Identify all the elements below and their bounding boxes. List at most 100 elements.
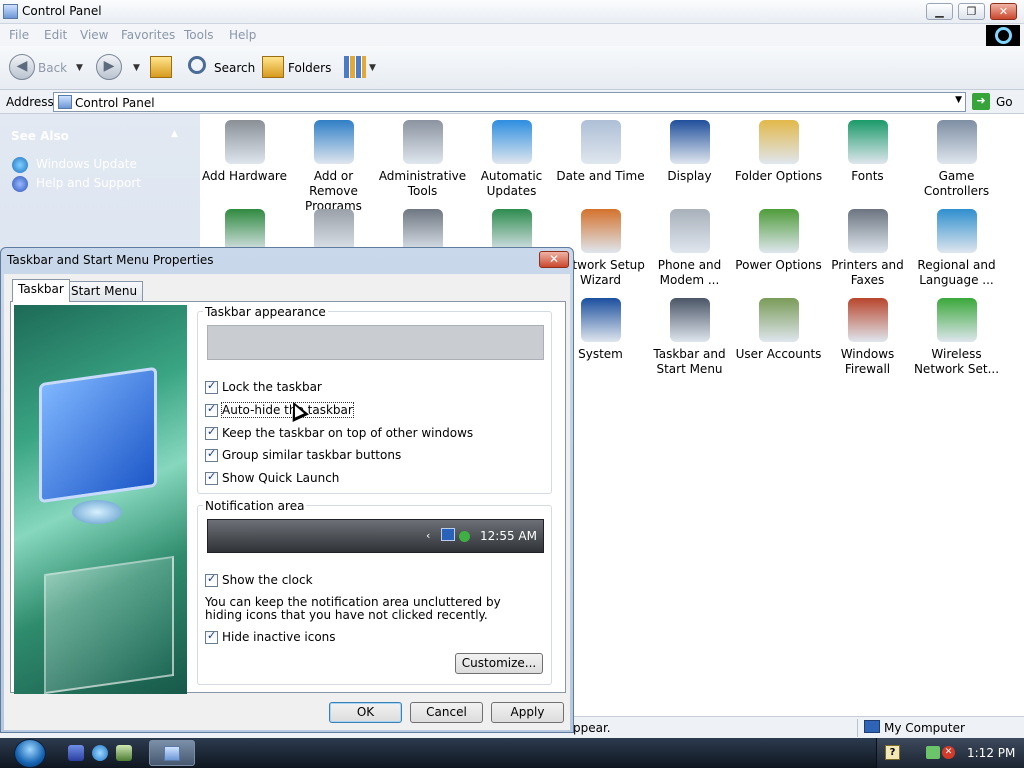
administrative-tools-icon — [402, 120, 443, 164]
taskbar-option-checkbox[interactable]: Show Quick Launch — [205, 470, 339, 485]
monitor-illustration — [39, 366, 157, 504]
menu-tools[interactable]: Tools — [184, 28, 214, 42]
taskbar-option-checkbox[interactable]: Keep the taskbar on top of other windows — [205, 425, 473, 440]
control-panel-item-label: Windows Firewall — [840, 347, 895, 376]
hide-inactive-icons-checkbox[interactable]: Hide inactive icons — [205, 629, 336, 644]
customize-button[interactable]: Customize... — [455, 653, 543, 674]
control-panel-item[interactable]: Taskbar and Start Menu — [645, 298, 734, 377]
collapse-chevron-icon[interactable]: ▲ — [171, 129, 178, 139]
taskbar-preview — [207, 325, 544, 360]
menu-favorites[interactable]: Favorites — [121, 28, 175, 42]
back-arrow-icon[interactable]: ◀ — [9, 54, 35, 80]
control-panel-item[interactable]: Folder Options — [734, 120, 823, 184]
control-panel-item-label: Add Hardware — [202, 169, 287, 183]
checkbox-checked[interactable] — [205, 447, 218, 462]
tab-start-menu[interactable]: Start Menu — [65, 281, 144, 301]
control-panel-item[interactable]: Windows Firewall — [823, 298, 912, 377]
security-alert-icon[interactable]: ✕ — [942, 746, 955, 759]
checkbox-checked[interactable] — [205, 402, 218, 417]
control-panel-item[interactable]: User Accounts — [734, 298, 823, 362]
forward-arrow-icon[interactable]: ▶ — [96, 54, 122, 80]
taskbar-option-checkbox[interactable]: Lock the taskbar — [205, 379, 322, 394]
menu-view[interactable]: View — [80, 28, 108, 42]
control-panel-item[interactable]: Display — [645, 120, 734, 184]
control-panel-item-label: Taskbar and Start Menu — [653, 347, 726, 376]
checkbox-checked[interactable] — [205, 629, 218, 644]
search-button[interactable]: Search — [214, 61, 255, 75]
control-panel-item[interactable]: Administrative Tools — [378, 120, 467, 199]
restore-button[interactable]: ❐ — [958, 3, 985, 20]
control-panel-item[interactable]: Power Options — [734, 209, 823, 273]
address-label: Address — [6, 95, 54, 109]
control-panel-item-label: Administrative Tools — [378, 169, 467, 198]
control-panel-item[interactable]: Add or Remove Programs — [289, 120, 378, 214]
dialog-close-button[interactable]: ✕ — [539, 251, 569, 268]
taskbar-button-control-panel[interactable] — [149, 740, 195, 766]
address-field[interactable]: Control Panel ▼ — [53, 92, 966, 112]
folders-button[interactable]: Folders — [288, 61, 331, 75]
media-player-icon[interactable] — [68, 745, 84, 761]
up-folder-icon[interactable] — [150, 56, 172, 78]
control-panel-item[interactable]: Printers and Faxes — [823, 209, 912, 288]
views-icon[interactable] — [344, 56, 366, 78]
start-button[interactable] — [14, 739, 46, 768]
monitor-stand-illustration — [72, 500, 122, 524]
checkbox-checked[interactable] — [205, 379, 218, 394]
monitor-tray-icon — [441, 528, 455, 541]
control-panel-item-label: Printers and Faxes — [831, 258, 904, 287]
apply-button[interactable]: Apply — [491, 702, 564, 723]
go-button[interactable]: Go — [996, 95, 1013, 109]
internet-explorer-icon[interactable] — [92, 745, 108, 761]
cancel-button[interactable]: Cancel — [410, 702, 483, 723]
system-icon — [580, 298, 621, 342]
go-arrow-icon[interactable]: ➜ — [972, 93, 990, 110]
back-history-dropdown[interactable]: ▼ — [76, 63, 83, 73]
control-panel-item[interactable]: Add Hardware — [200, 120, 289, 184]
taskbar-option-checkbox[interactable]: Auto-hide the taskbar — [205, 402, 354, 418]
taskbar-option-checkbox[interactable]: Group similar taskbar buttons — [205, 447, 402, 462]
back-button[interactable]: Back — [38, 61, 67, 75]
power-options-icon — [758, 209, 799, 253]
add-hardware-icon — [224, 120, 265, 164]
control-panel-item[interactable]: Regional and Language ... — [912, 209, 1001, 288]
taskbar-clock[interactable]: 1:12 PM — [967, 746, 1015, 760]
network-icon[interactable] — [926, 746, 940, 759]
minimize-button[interactable]: ▁ — [926, 3, 953, 20]
ok-button[interactable]: OK — [329, 702, 402, 723]
notification-note: You can keep the notification area unclu… — [205, 595, 501, 622]
notification-area-label: Notification area — [203, 499, 307, 513]
windows-update-link[interactable]: Windows Update — [36, 157, 137, 171]
title-bar[interactable]: Control Panel ▁ ❐ ✕ — [0, 0, 1024, 24]
show-desktop-icon[interactable] — [116, 745, 132, 761]
address-dropdown[interactable]: ▼ — [955, 95, 962, 105]
control-panel-item[interactable]: Automatic Updates — [467, 120, 556, 199]
views-dropdown[interactable]: ▼ — [369, 63, 376, 73]
help-icon[interactable]: ? — [885, 745, 900, 760]
network-setup-wizard-icon — [580, 209, 621, 253]
control-panel-item[interactable]: Fonts — [823, 120, 912, 184]
display-icon — [669, 120, 710, 164]
menu-help[interactable]: Help — [229, 28, 256, 42]
control-panel-item[interactable]: Game Controllers — [912, 120, 1001, 199]
taskbar-option-label: Group similar taskbar buttons — [222, 448, 402, 462]
control-panel-item-label: Folder Options — [734, 169, 823, 183]
control-panel-item-label: User Accounts — [735, 347, 822, 361]
control-panel-item[interactable]: Wireless Network Set... — [912, 298, 1001, 377]
control-panel-item[interactable]: Phone and Modem ... — [645, 209, 734, 288]
menu-edit[interactable]: Edit — [44, 28, 67, 42]
control-panel-item-label: Automatic Updates — [480, 169, 543, 198]
control-panel-item[interactable]: Date and Time — [556, 120, 645, 184]
checkbox-checked[interactable] — [205, 572, 218, 587]
help-support-link[interactable]: Help and Support — [36, 176, 141, 190]
menu-file[interactable]: File — [9, 28, 29, 42]
regional-language-icon — [936, 209, 977, 253]
show-clock-checkbox[interactable]: Show the clock — [205, 572, 313, 587]
see-also-heading[interactable]: See Also — [11, 129, 69, 143]
checkbox-checked[interactable] — [205, 470, 218, 485]
window-title: Control Panel — [22, 4, 102, 18]
dialog-title: Taskbar and Start Menu Properties — [7, 253, 214, 267]
close-button[interactable]: ✕ — [990, 3, 1017, 20]
forward-history-dropdown[interactable]: ▼ — [133, 63, 140, 73]
tab-taskbar[interactable]: Taskbar — [12, 279, 70, 302]
checkbox-checked[interactable] — [205, 425, 218, 440]
